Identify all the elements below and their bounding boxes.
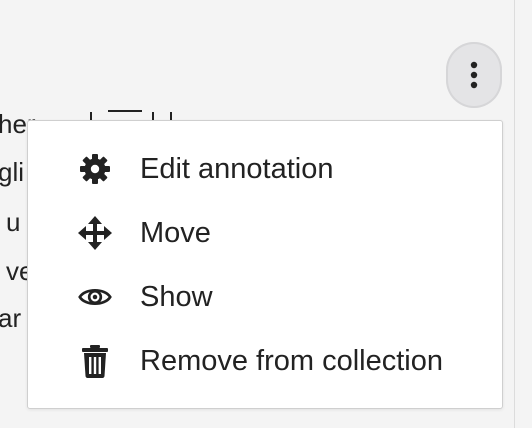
menu-item-label: Edit annotation [140,152,334,185]
kebab-vertical-icon [470,61,478,89]
gear-icon [78,152,112,186]
background-text-line: ar [0,303,22,333]
menu-item-label: Remove from collection [140,344,443,377]
move-arrows-icon [78,216,112,250]
annotation-context-menu: Edit annotation Move Show Remove from co… [27,120,503,409]
background-text-line: u [6,207,21,237]
eye-icon [78,280,112,314]
trash-icon [78,344,112,378]
menu-item-show[interactable]: Show [28,267,502,327]
menu-item-move[interactable]: Move [28,203,502,263]
background-text-line: gli [0,157,25,187]
background-text-fragment [60,106,320,120]
menu-item-label: Show [140,280,213,313]
menu-item-label: Move [140,216,211,249]
menu-item-remove-from-collection[interactable]: Remove from collection [28,331,502,391]
menu-item-edit-annotation[interactable]: Edit annotation [28,139,502,199]
more-options-button[interactable] [446,42,502,108]
